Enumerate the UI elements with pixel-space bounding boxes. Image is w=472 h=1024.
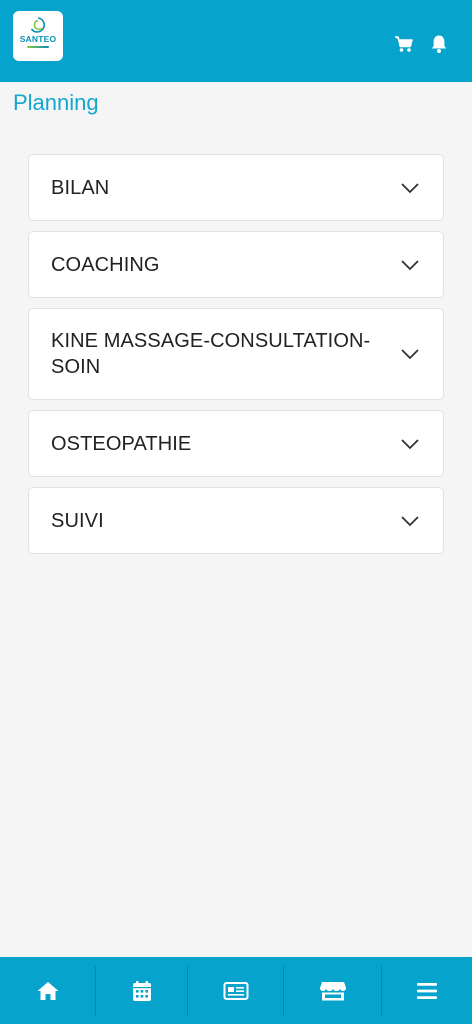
santeo-logo[interactable]: SANTEO (13, 11, 63, 61)
bell-icon[interactable] (428, 33, 450, 55)
newspaper-icon (223, 981, 249, 1000)
accordion-item-label: KINE MASSAGE-CONSULTATION-SOIN (51, 330, 371, 378)
accordion-item-osteopathie[interactable]: OSTEOPATHIE (28, 410, 444, 477)
nav-home[interactable] (0, 957, 96, 1024)
calendar-icon (133, 980, 151, 1001)
accordion-item-label: SUIVI (51, 509, 104, 532)
accordion-item-suivi[interactable]: SUIVI (28, 487, 444, 554)
menu-icon (417, 982, 437, 999)
nav-calendar[interactable] (96, 957, 188, 1024)
chevron-down-icon (401, 259, 419, 270)
accordion-item-coaching[interactable]: COACHING (28, 231, 444, 298)
home-icon (37, 981, 59, 1000)
cart-icon[interactable] (393, 33, 415, 55)
accordion-item-label: OSTEOPATHIE (51, 432, 192, 455)
page-title: Planning (13, 90, 99, 115)
accordion-item-label: COACHING (51, 253, 160, 276)
nav-news[interactable] (188, 957, 284, 1024)
app-header: SANTEO (0, 0, 472, 82)
logo-text: SANTEO (19, 34, 57, 44)
accordion-item-label: BILAN (51, 176, 110, 199)
accordion-item-kine[interactable]: KINE MASSAGE-CONSULTATION-SOIN (28, 308, 444, 400)
planning-accordion: BILAN COACHING KINE MASSAGE-CONSULTATION… (28, 154, 444, 564)
chevron-down-icon (401, 438, 419, 449)
bottom-navigation (0, 957, 472, 1024)
chevron-down-icon (401, 349, 419, 360)
logo-mark-icon (30, 17, 45, 33)
accordion-item-bilan[interactable]: BILAN (28, 154, 444, 221)
chevron-down-icon (401, 182, 419, 193)
nav-menu[interactable] (382, 957, 472, 1024)
chevron-down-icon (401, 515, 419, 526)
logo-underline (27, 45, 49, 48)
nav-store[interactable] (284, 957, 382, 1024)
store-icon (320, 981, 346, 1000)
